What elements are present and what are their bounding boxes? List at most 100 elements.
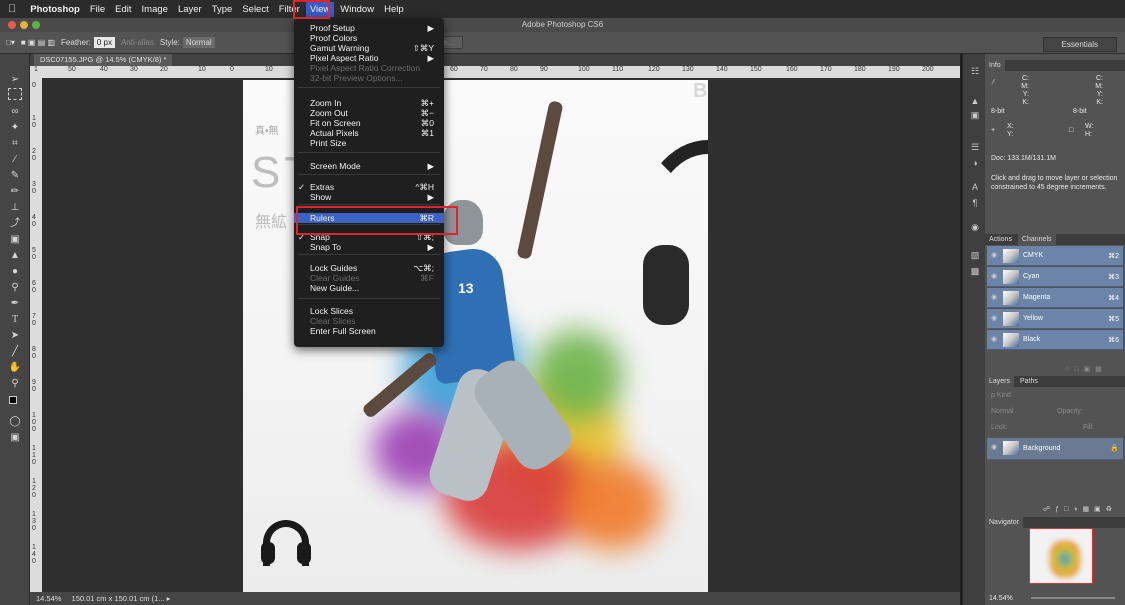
color-panel-icon[interactable]: ◉: [969, 222, 981, 234]
navigator-zoom-slider[interactable]: [1031, 597, 1115, 599]
menu-item-proof-colors[interactable]: Proof Colors: [294, 33, 444, 43]
channel-row[interactable]: ◉ Cyan ⌘3: [987, 267, 1123, 287]
document-tab[interactable]: DSC07155.JPG @ 14.5% (CMYK/8) *: [34, 54, 173, 66]
menu-item-proof-setup[interactable]: Proof Setup ▶: [294, 23, 444, 33]
menu-edit[interactable]: Edit: [115, 4, 131, 15]
menu-image[interactable]: Image: [142, 4, 168, 15]
layer-row-background[interactable]: ◉ Background 🔒: [987, 438, 1123, 460]
layers-footer-icons[interactable]: ☍ƒ□◑▦▣♻: [1043, 505, 1117, 513]
lasso-tool-icon[interactable]: ∞: [8, 106, 22, 118]
menu-file[interactable]: File: [90, 4, 105, 15]
visibility-eye-icon[interactable]: ◉: [991, 335, 997, 343]
status-menu-arrow-icon[interactable]: ▸: [167, 594, 171, 603]
menu-item-show[interactable]: Show ▶: [294, 192, 444, 202]
type-tool-icon[interactable]: T: [8, 314, 22, 326]
menu-view[interactable]: View: [305, 1, 335, 17]
visibility-eye-icon[interactable]: ◉: [991, 251, 997, 259]
menu-photoshop[interactable]: Photoshop: [30, 4, 80, 15]
crop-tool-icon[interactable]: ⌗: [8, 138, 22, 150]
channels-footer-icons[interactable]: ○□▣▦: [1065, 365, 1107, 373]
tab-channels[interactable]: Channels: [1017, 234, 1056, 245]
path-selection-tool-icon[interactable]: ➤: [8, 330, 22, 342]
healing-brush-tool-icon[interactable]: ✎: [8, 170, 22, 182]
quick-mask-icon[interactable]: ◯: [8, 416, 22, 428]
tab-paths[interactable]: Paths: [1016, 376, 1042, 387]
marquee-tool-icon[interactable]: [8, 88, 22, 100]
channel-row[interactable]: ◉ Magenta ⌘4: [987, 288, 1123, 308]
brush-panel-icon[interactable]: ▲: [969, 96, 981, 108]
menu-item-screen-mode[interactable]: Screen Mode ▶: [294, 161, 444, 171]
tab-layers[interactable]: Layers: [985, 376, 1015, 387]
channel-row[interactable]: ◉ Yellow ⌘5: [987, 309, 1123, 329]
menu-item-snap[interactable]: ✓ Snap ⇧⌘;: [294, 232, 444, 242]
menu-item-enter-full-screen[interactable]: Enter Full Screen: [294, 326, 444, 336]
navigator-thumbnail[interactable]: [1029, 528, 1093, 584]
menu-help[interactable]: Help: [384, 4, 404, 15]
menu-item-lock-slices[interactable]: Lock Slices: [294, 306, 444, 316]
menu-item-snap-to[interactable]: Snap To ▶: [294, 242, 444, 252]
properties-panel-icon[interactable]: ☰: [969, 142, 981, 154]
horizontal-ruler[interactable]: 1 50 40 30 20 10 0 10 60 70 80 90 100 110 120 130 140 150…: [30, 66, 960, 78]
visibility-eye-icon[interactable]: ◉: [991, 314, 997, 322]
apple-menu-icon[interactable]: : [8, 3, 16, 15]
screen-mode-icon[interactable]: ▣: [8, 432, 22, 444]
history-brush-tool-icon[interactable]: ⤴: [8, 218, 22, 230]
marquee-tool-preset-icon[interactable]: □▾: [6, 38, 15, 47]
channel-row[interactable]: ◉ CMYK ⌘2: [987, 246, 1123, 266]
history-panel-icon[interactable]: ☷: [969, 66, 981, 78]
eraser-tool-icon[interactable]: ▣: [8, 234, 22, 246]
styles-panel-icon[interactable]: ▩: [969, 266, 981, 278]
gradient-tool-icon[interactable]: ▲: [8, 250, 22, 262]
menu-item-rulers[interactable]: Rulers ⌘R: [294, 213, 444, 223]
doc-size-info[interactable]: 150.01 cm x 150.01 cm (1...: [72, 594, 165, 603]
tab-info[interactable]: Info: [985, 60, 1005, 71]
foreground-color-swatch[interactable]: [9, 396, 17, 404]
hand-tool-icon[interactable]: ✋: [8, 362, 22, 374]
workspace-select[interactable]: Essentials: [1042, 37, 1117, 52]
menu-item-zoom-out[interactable]: Zoom Out ⌘−: [294, 108, 444, 118]
paragraph-panel-icon[interactable]: ¶: [969, 198, 981, 210]
menu-filter[interactable]: Filter: [279, 4, 300, 15]
visibility-eye-icon[interactable]: ◉: [991, 272, 997, 280]
vertical-ruler[interactable]: 0 1 0 2 0 3 0 4 0 5 0 6 0 7 0 8 0 9 0 1 0 0 1 1 0 1 …: [30, 78, 42, 592]
blur-tool-icon[interactable]: ●: [8, 266, 22, 278]
brush-tool-icon[interactable]: ✏: [8, 186, 22, 198]
menu-item-fit-on-screen[interactable]: Fit on Screen ⌘0: [294, 118, 444, 128]
visibility-eye-icon[interactable]: ◉: [991, 443, 997, 451]
adjustments-panel-icon[interactable]: ◑: [969, 158, 981, 170]
selection-mode-icons[interactable]: ■ ▣ ▤ ▥: [21, 38, 55, 47]
channel-row[interactable]: ◉ Black ⌘6: [987, 330, 1123, 350]
style-select[interactable]: Normal: [182, 37, 215, 48]
menu-item-gamut-warning[interactable]: Gamut Warning ⇧⌘Y: [294, 43, 444, 53]
eyedropper-tool-icon[interactable]: ∕: [8, 154, 22, 166]
move-tool-icon[interactable]: ➢: [8, 74, 22, 86]
menu-item-print-size[interactable]: Print Size: [294, 138, 444, 148]
menu-item-extras[interactable]: ✓ Extras ^⌘H: [294, 182, 444, 192]
menu-layer[interactable]: Layer: [178, 4, 202, 15]
menu-window[interactable]: Window: [340, 4, 374, 15]
menu-item-actual-pixels[interactable]: Actual Pixels ⌘1: [294, 128, 444, 138]
blend-mode-select[interactable]: Normal: [991, 408, 1014, 415]
shape-tool-icon[interactable]: ╱: [8, 346, 22, 358]
clone-source-panel-icon[interactable]: ▣: [969, 110, 981, 122]
menu-item-new-guide[interactable]: New Guide...: [294, 283, 444, 293]
zoom-tool-icon[interactable]: ⚲: [8, 378, 22, 390]
tab-actions[interactable]: Actions: [985, 234, 1016, 245]
navigator-zoom[interactable]: 14.54%: [989, 594, 1013, 603]
menu-select[interactable]: Select: [242, 4, 268, 15]
swatches-panel-icon[interactable]: ▧: [969, 250, 981, 262]
menu-item-pixel-aspect-ratio[interactable]: Pixel Aspect Ratio ▶: [294, 53, 444, 63]
menu-item-lock-guides[interactable]: Lock Guides ⌥⌘;: [294, 263, 444, 273]
visibility-eye-icon[interactable]: ◉: [991, 293, 997, 301]
quick-select-tool-icon[interactable]: ✦: [8, 122, 22, 134]
menu-type[interactable]: Type: [212, 4, 233, 15]
feather-input[interactable]: 0 px: [93, 37, 115, 48]
layer-filter-kind[interactable]: ρ Kind: [991, 392, 1011, 399]
clone-stamp-tool-icon[interactable]: ⊥: [8, 202, 22, 214]
menu-item-zoom-in[interactable]: Zoom In ⌘+: [294, 98, 444, 108]
pen-tool-icon[interactable]: ✒: [8, 298, 22, 310]
character-panel-icon[interactable]: A: [969, 182, 981, 194]
zoom-level[interactable]: 14.54%: [36, 594, 61, 603]
dodge-tool-icon[interactable]: ⚲: [8, 282, 22, 294]
antialias-checkbox[interactable]: Anti-alias: [121, 38, 154, 47]
